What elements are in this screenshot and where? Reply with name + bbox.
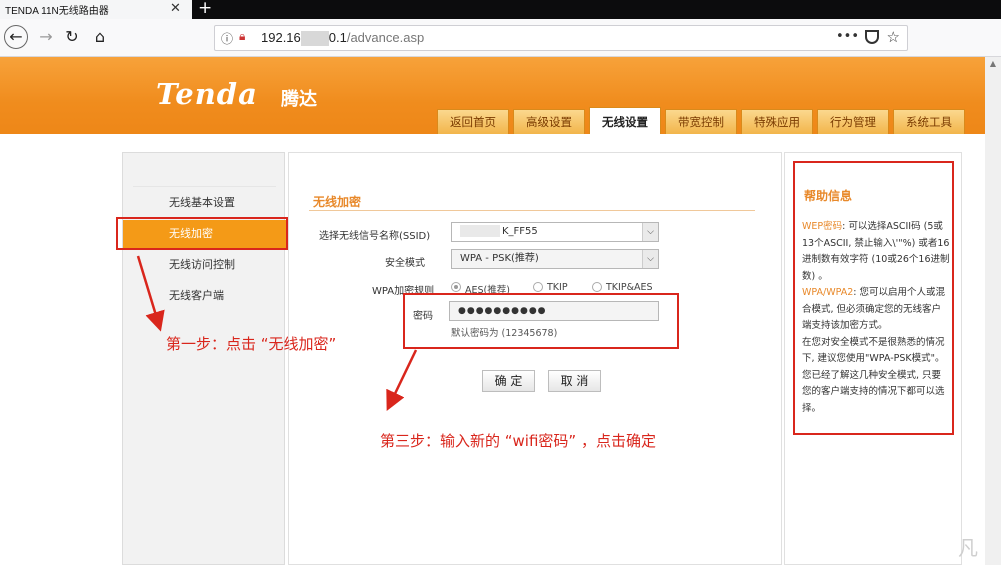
insecure-lock-icon[interactable]: 🔒︎ xyxy=(239,29,245,44)
reload-icon[interactable]: ↻ xyxy=(60,25,84,49)
sidebar-item-clients[interactable]: 无线客户端 xyxy=(123,282,286,310)
home-icon[interactable]: ⌂ xyxy=(88,25,112,49)
main-content: 无线加密 选择无线信号名称(SSID) K_FF55 ⌵ 安全模式 WPA - … xyxy=(288,152,782,565)
security-mode-label: 安全模式 xyxy=(385,258,425,269)
url-bar[interactable]: ⓘ 🔒︎ 192.16 0.1/advance.asp ••• ☆ xyxy=(214,25,908,51)
wpa-tkip-label: TKIP xyxy=(547,282,568,293)
section-divider xyxy=(309,210,755,211)
tenda-logo-cn: 腾达 xyxy=(281,89,317,110)
tab-home[interactable]: 返回首页 xyxy=(437,109,509,134)
tab-title: TENDA 11N无线路由器 xyxy=(5,6,109,17)
browser-tab[interactable]: TENDA 11N无线路由器 ✕ xyxy=(0,0,192,19)
new-tab-icon[interactable]: + xyxy=(198,0,212,19)
wpa-tkipaes-radio[interactable] xyxy=(592,282,602,292)
forward-icon[interactable]: → xyxy=(34,25,58,49)
tab-wireless[interactable]: 无线设置 xyxy=(589,107,661,134)
tab-advanced[interactable]: 高级设置 xyxy=(513,109,585,134)
url-host-suffix: 0.1 xyxy=(328,30,347,45)
url-mask xyxy=(300,31,329,47)
wpa-tkip-radio[interactable] xyxy=(533,282,543,292)
security-mode-select[interactable]: WPA - PSK(推荐) ⌵ xyxy=(451,249,659,269)
wpa-tkipaes-label: TKIP&AES xyxy=(606,282,653,293)
tab-system[interactable]: 系统工具 xyxy=(893,109,965,134)
tenda-logo: Tenda xyxy=(156,77,258,111)
watermark: 凡 xyxy=(958,536,978,560)
ssid-label: 选择无线信号名称(SSID) xyxy=(319,231,431,242)
tab-special[interactable]: 特殊应用 xyxy=(741,109,813,134)
ok-button[interactable]: 确 定 xyxy=(482,370,535,392)
url-path: /advance.asp xyxy=(346,30,425,45)
browser-nav-bar: ← → ↻ ⌂ ⓘ 🔒︎ 192.16 0.1/advance.asp ••• ☆ xyxy=(0,19,1001,57)
url-host-prefix: 192.16 xyxy=(261,30,301,45)
url-text[interactable]: 192.16 0.1/advance.asp xyxy=(261,30,425,47)
pocket-icon[interactable] xyxy=(865,30,879,44)
screenshot-root: TENDA 11N无线路由器 ✕ + ← → ↻ ⌂ ⓘ 🔒︎ 192.16 0.… xyxy=(0,0,1001,565)
sidebar-item-access-control[interactable]: 无线访问控制 xyxy=(123,251,286,279)
chevron-down-icon[interactable]: ⌵ xyxy=(642,250,658,268)
scroll-up-icon[interactable]: ▲ xyxy=(985,59,1001,68)
back-icon[interactable]: ← xyxy=(4,25,28,49)
close-icon[interactable]: ✕ xyxy=(170,0,181,17)
ssid-select[interactable]: K_FF55 ⌵ xyxy=(451,222,659,242)
bookmark-star-icon[interactable]: ☆ xyxy=(887,28,900,46)
sidebar-divider xyxy=(133,186,276,187)
tab-behavior[interactable]: 行为管理 xyxy=(817,109,889,134)
annotation-step1: 第一步：点击 “无线加密” xyxy=(166,335,337,353)
page-scrollbar[interactable]: ▲ xyxy=(985,57,1001,565)
cancel-button[interactable]: 取 消 xyxy=(548,370,601,392)
security-mode-value: WPA - PSK(推荐) xyxy=(460,253,539,264)
annotation-box-sidebar xyxy=(116,217,288,250)
ssid-value: K_FF55 xyxy=(502,226,538,237)
page-actions-icon[interactable]: ••• xyxy=(836,29,859,44)
tab-bandwidth[interactable]: 带宽控制 xyxy=(665,109,737,134)
annotation-step3: 第三步：输入新的 “wifi密码” ，点击确定 xyxy=(380,432,656,450)
ssid-mask xyxy=(460,225,500,237)
sidebar: 无线基本设置 无线加密 无线访问控制 无线客户端 xyxy=(122,152,286,565)
wpa-aes-radio[interactable] xyxy=(451,282,461,292)
info-icon[interactable]: ⓘ xyxy=(221,30,233,47)
annotation-box-password xyxy=(403,293,679,349)
browser-tab-bar: TENDA 11N无线路由器 ✕ + xyxy=(0,0,1001,19)
chevron-down-icon[interactable]: ⌵ xyxy=(642,223,658,241)
annotation-box-help xyxy=(793,161,954,435)
sidebar-item-wireless-basic[interactable]: 无线基本设置 xyxy=(123,189,286,217)
section-title: 无线加密 xyxy=(313,195,362,209)
router-header: Tenda 腾达 返回首页 高级设置 无线设置 带宽控制 特殊应用 行为管理 系… xyxy=(0,57,985,134)
